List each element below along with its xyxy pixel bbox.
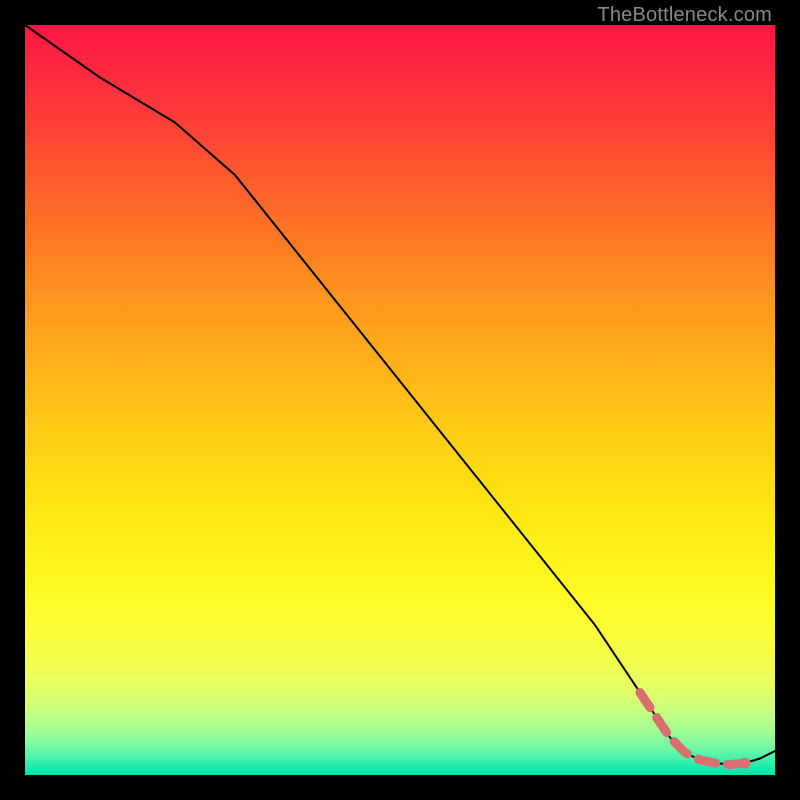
series-highlight-segment-endpoint	[740, 758, 751, 769]
series-highlight-segment	[640, 693, 745, 765]
watermark-text: TheBottleneck.com	[597, 4, 772, 27]
series-main-curve	[25, 25, 775, 765]
series-group	[25, 25, 775, 768]
chart-svg	[25, 25, 775, 775]
chart-container: TheBottleneck.com	[0, 0, 800, 800]
